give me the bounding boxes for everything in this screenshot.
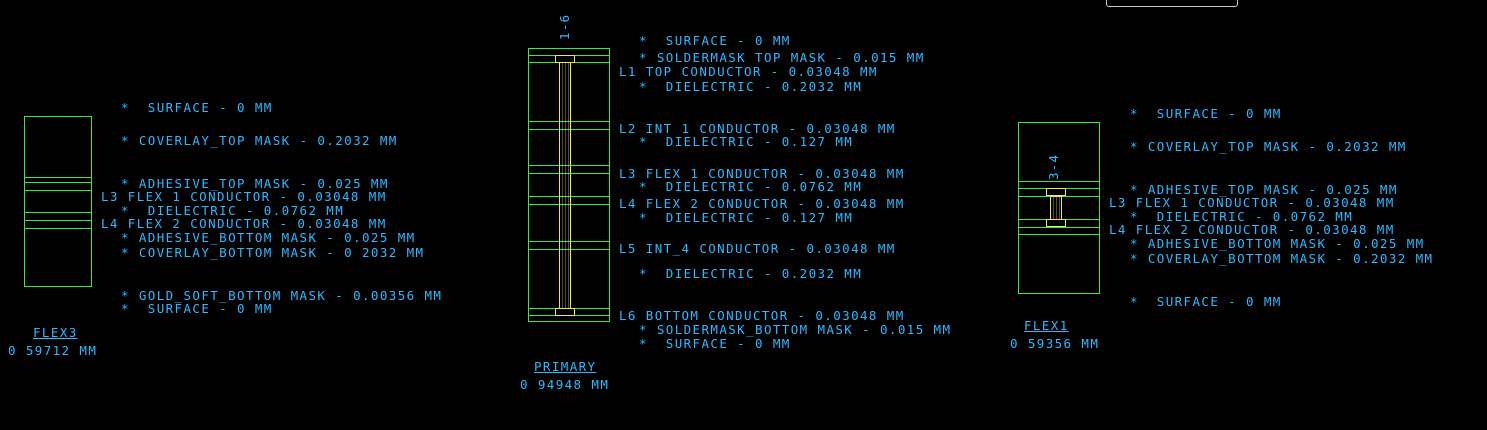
flex3-stackup-outline [24,116,92,287]
flex1-layer-label: * ADHESIVE_BOTTOM MASK - 0.025 MM [1130,236,1425,251]
flex3-stackup-name: FLEX3 [33,325,78,340]
primary-via-span-label: 1-6 [557,13,572,40]
flex3-layer-label: * SURFACE - 0 MM [121,301,273,316]
primary-layer-label: L5 INT_4 CONDUCTOR - 0.03048 MM [619,241,896,256]
flex1-stackup-name: FLEX1 [1024,318,1069,333]
stackup-canvas: * SURFACE - 0 MM * COVERLAY_TOP MASK - 0… [0,0,1487,430]
flex1-layer-line [1018,234,1100,235]
flex1-layer-line [1018,227,1100,228]
flex1-layer-label: * COVERLAY_BOTTOM MASK - 0.2032 MM [1130,251,1434,266]
flex1-stackup-thickness: 0 59356 MM [1010,336,1100,351]
primary-stackup-name: PRIMARY [534,359,597,374]
primary-layer-label: L1 TOP CONDUCTOR - 0.03048 MM [619,64,878,79]
flex1-layer-label: * COVERLAY_TOP MASK - 0.2032 MM [1130,139,1407,154]
primary-layer-label: L4 FLEX 2 CONDUCTOR - 0.03048 MM [619,196,905,211]
flex3-layer-label: * SURFACE - 0 MM [121,100,273,115]
flex3-layer-line [24,228,92,229]
scroll-thumb[interactable] [1106,0,1238,7]
primary-layer-label: L6 BOTTOM CONDUCTOR - 0.03048 MM [619,308,905,323]
flex1-layer-label: L3 FLEX 1 CONDUCTOR - 0.03048 MM [1109,195,1395,210]
flex3-layer-label: * COVERLAY_BOTTOM MASK - 0 2032 MM [121,245,425,260]
primary-layer-label: * SURFACE - 0 MM [639,33,791,48]
primary-via-pad-bottom [555,308,575,316]
primary-stackup-thickness: 0 94948 MM [520,377,610,392]
flex3-layer-label: L3 FLEX 1 CONDUCTOR - 0.03048 MM [101,189,387,204]
flex3-layer-line [24,190,92,191]
flex1-layer-label: L4 FLEX 2 CONDUCTOR - 0.03048 MM [1109,222,1395,237]
primary-layer-label: * SOLDERMASK_BOTTOM MASK - 0.015 MM [639,322,952,337]
flex1-layer-line [1018,181,1100,182]
flex1-layer-label: * SURFACE - 0 MM [1130,294,1282,309]
flex1-via-pad-top [1046,188,1066,196]
flex3-layer-line [24,212,92,213]
flex1-layer-label: * SURFACE - 0 MM [1130,106,1282,121]
flex1-via-pad-bottom [1046,219,1066,227]
flex3-layer-line [24,182,92,183]
primary-layer-label: * DIELECTRIC - 0.127 MM [639,210,854,225]
primary-layer-label: * SOLDERMASK TOP MASK - 0.015 MM [639,50,925,65]
primary-layer-label: * SURFACE - 0 MM [639,336,791,351]
flex3-layer-label: * ADHESIVE_BOTTOM MASK - 0.025 MM [121,230,416,245]
primary-layer-label: * DIELECTRIC - 0.127 MM [639,134,854,149]
flex1-via-barrel [1050,196,1062,220]
flex1-via-span-label: 3-4 [1046,153,1061,180]
flex3-layer-line [24,220,92,221]
flex3-layer-label: * COVERLAY_TOP MASK - 0.2032 MM [121,133,398,148]
flex3-layer-label: L4 FLEX 2 CONDUCTOR - 0.03048 MM [101,216,387,231]
flex3-stackup-thickness: 0 59712 MM [8,343,98,358]
primary-layer-label: * DIELECTRIC - 0.0762 MM [639,179,863,194]
flex3-layer-line [24,177,92,178]
primary-layer-label: * DIELECTRIC - 0.2032 MM [639,79,863,94]
primary-via-barrel [559,62,571,309]
primary-layer-label: * DIELECTRIC - 0.2032 MM [639,266,863,281]
